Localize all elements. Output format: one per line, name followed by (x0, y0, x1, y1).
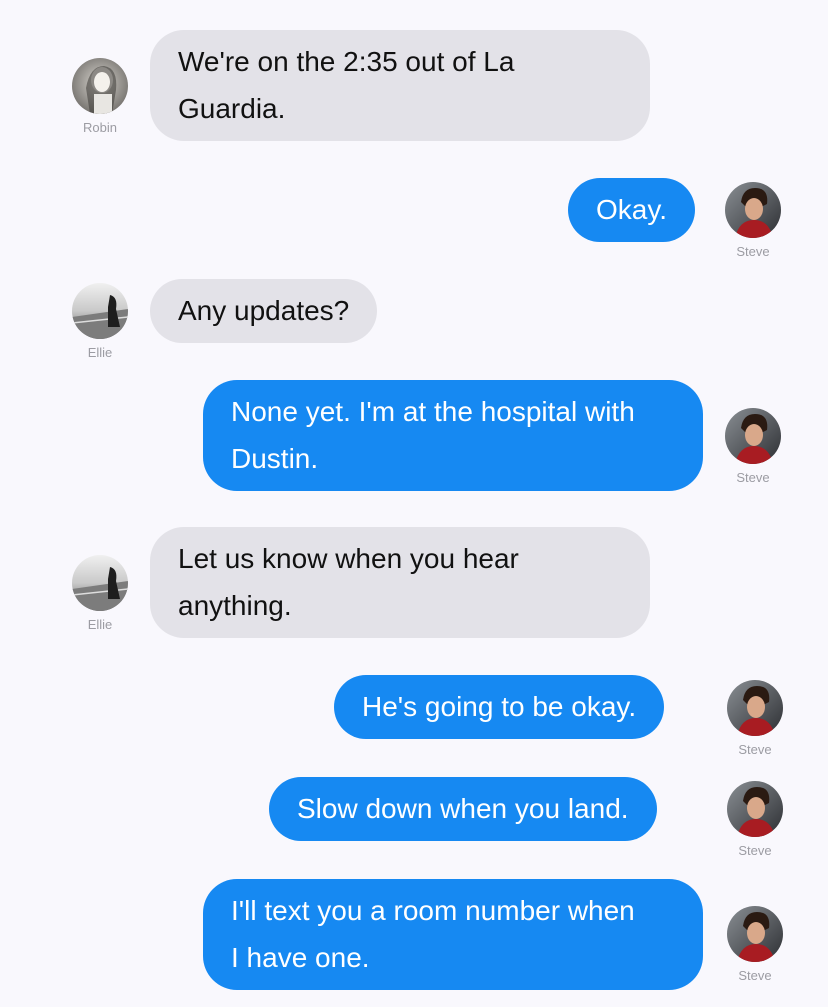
steve-avatar-photo-icon (727, 680, 783, 736)
sender-avatar[interactable]: Steve (725, 680, 785, 757)
sender-name: Steve (736, 470, 770, 485)
sender-avatar[interactable]: Ellie (70, 555, 130, 632)
sender-avatar[interactable]: Ellie (70, 283, 130, 360)
sender-name: Ellie (87, 345, 113, 360)
sender-name: Robin (83, 120, 117, 135)
steve-avatar-photo-icon (725, 182, 781, 238)
message-bubble-outgoing[interactable]: He's going to be okay. (334, 675, 665, 739)
message-text: Slow down when you land. (297, 793, 629, 824)
message-bubble-outgoing[interactable]: Okay. (568, 178, 696, 242)
sender-name: Steve (736, 244, 770, 259)
message-text: Okay. (596, 194, 668, 225)
message-bubble-incoming[interactable]: We're on the 2:35 out of La Guardia. (150, 30, 650, 141)
steve-avatar-photo-icon (725, 408, 781, 464)
message-bubble-outgoing[interactable]: Slow down when you land. (269, 777, 657, 841)
message-text-line: anything. (178, 590, 292, 621)
message-text: He's going to be okay. (362, 691, 637, 722)
message-text-line: I have one. (231, 942, 370, 973)
sender-name: Steve (738, 843, 772, 858)
message-text-line: I'll text you a room number when (231, 895, 635, 926)
message-bubble-incoming[interactable]: Any updates? (150, 279, 378, 343)
sender-name: Ellie (87, 617, 113, 632)
sender-avatar[interactable]: Steve (725, 906, 785, 983)
message-text: Any updates? (178, 295, 350, 326)
message-bubble-incoming[interactable]: Let us know when you hear anything. (150, 527, 650, 638)
message-bubble-outgoing[interactable]: None yet. I'm at the hospital with Dusti… (203, 380, 703, 491)
sender-avatar[interactable]: Steve (723, 182, 783, 259)
sender-name: Steve (738, 742, 772, 757)
robin-avatar-photo-icon (72, 58, 128, 114)
ellie-avatar-photo-icon (72, 283, 128, 339)
steve-avatar-photo-icon (727, 781, 783, 837)
steve-avatar-photo-icon (727, 906, 783, 962)
sender-avatar[interactable]: Robin (70, 58, 130, 135)
sender-avatar[interactable]: Steve (723, 408, 783, 485)
message-text-line: Dustin. (231, 443, 319, 474)
ellie-avatar-photo-icon (72, 555, 128, 611)
message-text-line: Let us know when you hear (178, 543, 519, 574)
message-text-line: None yet. I'm at the hospital with (231, 396, 635, 427)
sender-name: Steve (738, 968, 772, 983)
message-text-line: We're on the 2:35 out of La (178, 46, 515, 77)
message-bubble-outgoing[interactable]: I'll text you a room number when I have … (203, 879, 703, 990)
sender-avatar[interactable]: Steve (725, 781, 785, 858)
message-text-line: Guardia. (178, 93, 286, 124)
